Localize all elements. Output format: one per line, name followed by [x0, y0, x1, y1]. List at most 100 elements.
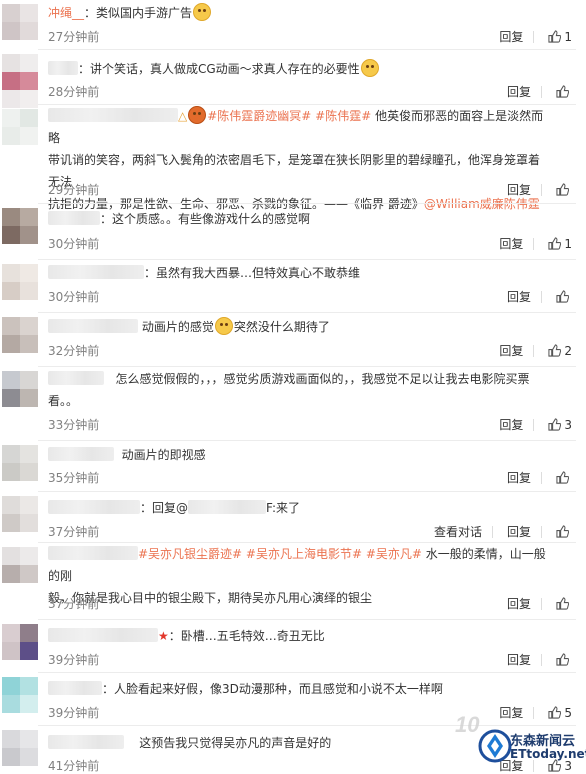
thumb-up-icon [556, 525, 569, 538]
like-button[interactable] [556, 183, 572, 197]
comment-actions: 回复 3 [485, 416, 572, 433]
avatar[interactable] [2, 624, 38, 668]
like-button[interactable] [556, 597, 572, 611]
comment-item: 动画片的感觉 突然没什么期待了 32分钟前 回复 2 [0, 313, 586, 367]
comment-item: ★：卧槽…五毛特效…奇丑无比 39分钟前 回复 [0, 620, 586, 673]
avatar[interactable] [2, 677, 38, 713]
blurred-mention[interactable] [188, 500, 267, 514]
reply-button[interactable]: 回复 [507, 469, 531, 486]
reply-button[interactable]: 回复 [499, 28, 523, 45]
like-button[interactable]: 1 [548, 30, 572, 44]
comment-item: ：虽然有我大西暴…但特效真心不敢恭维 30分钟前 回复 [0, 260, 586, 313]
comment-actions: 回复 [493, 181, 572, 198]
reply-button[interactable]: 回复 [507, 595, 531, 612]
like-count: 2 [564, 344, 572, 358]
comment-body: ：讲个笑话，真人做成CG动画～求真人存在的必要性 [78, 62, 360, 76]
avatar[interactable] [2, 54, 38, 108]
comment-actions: 回复 [493, 651, 572, 668]
timestamp: 37分钟前 [48, 597, 100, 611]
blurred-username[interactable] [48, 371, 104, 385]
comment-text: ★：卧槽…五毛特效…奇丑无比 [48, 625, 552, 647]
blurred-username[interactable] [48, 61, 78, 75]
blurred-username[interactable] [48, 681, 102, 695]
like-button[interactable]: 3 [548, 418, 572, 432]
blurred-username[interactable] [48, 735, 124, 749]
timestamp: 35分钟前 [48, 471, 100, 485]
avatar[interactable] [2, 264, 38, 300]
divider [491, 526, 493, 538]
like-button[interactable] [556, 471, 572, 485]
thumb-up-icon [548, 237, 562, 250]
comment-actions: 回复 [493, 469, 572, 486]
like-button[interactable]: 1 [548, 237, 572, 251]
topic-tags[interactable]: #陈伟霆爵迹幽冥# #陈伟霆# [207, 109, 371, 123]
comment-actions: 回复 2 [485, 342, 572, 359]
comment-body: 动画片的感觉 [141, 320, 214, 334]
reply-button[interactable]: 回复 [499, 342, 523, 359]
blurred-username[interactable] [48, 447, 114, 461]
comment-item: ：这个质感。。有些像游戏什么的感觉啊 30分钟前 回复 1 [0, 204, 586, 260]
avatar[interactable] [2, 371, 38, 407]
avatar[interactable] [2, 445, 38, 481]
like-button[interactable] [556, 525, 572, 539]
blurred-username[interactable] [48, 265, 144, 279]
reply-button[interactable]: 回复 [507, 523, 531, 540]
comment-item: ：讲个笑话，真人做成CG动画～求真人存在的必要性 28分钟前 回复 [0, 50, 586, 108]
avatar[interactable] [2, 317, 38, 353]
comment-actions: 回复 [493, 83, 572, 100]
timestamp: 28分钟前 [48, 85, 100, 99]
blurred-username[interactable] [48, 108, 178, 122]
blurred-username[interactable] [48, 546, 138, 560]
like-button[interactable] [556, 290, 572, 304]
timestamp: 33分钟前 [48, 418, 100, 432]
reply-button[interactable]: 回复 [507, 288, 531, 305]
comment-text: ：这个质感。。有些像游戏什么的感觉啊 [48, 208, 552, 230]
comment-text: △ #陈伟霆爵迹幽冥# #陈伟霆# 他英俊而邪恶的面容上是淡然而略 带讥诮的笑容，… [48, 105, 548, 215]
timestamp: 32分钟前 [48, 344, 100, 358]
view-conversation-button[interactable]: 查看对话 [434, 523, 482, 540]
comment-text: 冲绳__：类似国内手游广告 [48, 2, 552, 24]
comment-body: ：虽然有我大西暴…但特效真心不敢恭维 [144, 266, 361, 280]
divider [541, 654, 542, 666]
comment-actions: 查看对话 回复 [420, 523, 572, 540]
comment-feed: 冲绳__：类似国内手游广告 27分钟前 回复 1 ：讲个笑话，真人做成CG动画～求… [0, 0, 586, 773]
comment-actions: 回复 [493, 595, 572, 612]
comment-body: 这预告我只觉得吴亦凡的声音是好的 [139, 736, 332, 750]
comment-item: 动画片的即视感 35分钟前 回复 [0, 441, 586, 492]
like-count: 1 [564, 30, 572, 44]
reply-button[interactable]: 回复 [507, 83, 531, 100]
thumb-up-icon [556, 471, 569, 484]
avatar[interactable] [2, 109, 38, 145]
divider [533, 31, 535, 43]
avatar[interactable] [2, 208, 38, 244]
comment-body-cont: 突然没什么期待了 [233, 320, 330, 334]
thumb-up-icon [556, 290, 569, 303]
divider [541, 472, 542, 484]
like-button[interactable] [556, 653, 572, 667]
reply-button[interactable]: 回复 [499, 235, 523, 252]
divider [541, 598, 542, 610]
avatar[interactable] [2, 496, 38, 532]
reply-button[interactable]: 回复 [507, 651, 531, 668]
blurred-username[interactable] [48, 628, 158, 642]
comment-text: ：人脸看起来好假，像3D动漫那种，而且感觉和小说不太一样啊 [48, 678, 552, 700]
comment-text: ：讲个笑话，真人做成CG动画～求真人存在的必要性 [48, 58, 552, 80]
comment-actions: 回复 1 [485, 28, 572, 45]
avatar[interactable] [2, 730, 38, 766]
timestamp: 30分钟前 [48, 237, 100, 251]
avatar[interactable] [2, 547, 38, 591]
comment-text: #吴亦凡银尘爵迹# #吴亦凡上海电影节# #吴亦凡# 水一般的柔情，山一般的刚 … [48, 543, 548, 609]
avatar[interactable] [2, 4, 38, 40]
blurred-username[interactable] [48, 319, 138, 333]
blurred-username[interactable] [48, 500, 140, 514]
topic-tags[interactable]: #吴亦凡银尘爵迹# #吴亦凡上海电影节# #吴亦凡# [138, 547, 422, 561]
username-link[interactable]: 冲绳__ [48, 6, 84, 20]
comment-item: ：回复@ F:来了 37分钟前 查看对话 回复 [0, 492, 586, 543]
thumb-up-icon [556, 653, 569, 666]
like-button[interactable] [556, 85, 572, 99]
blurred-username[interactable] [48, 211, 100, 225]
like-button[interactable]: 2 [548, 344, 572, 358]
reply-button[interactable]: 回复 [499, 416, 523, 433]
reply-button[interactable]: 回复 [507, 181, 531, 198]
thumb-up-icon [548, 418, 562, 431]
